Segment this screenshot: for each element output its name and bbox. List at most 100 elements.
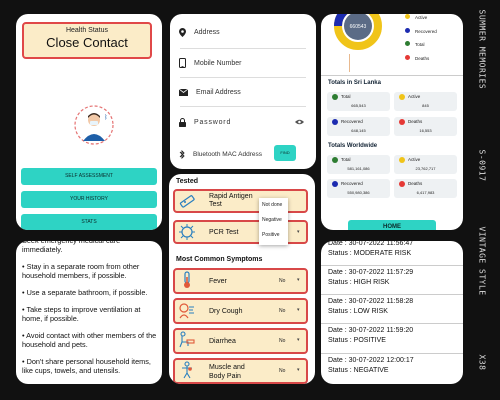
world-active-tile: Active 23,762,717 xyxy=(394,155,457,174)
mail-icon xyxy=(179,88,188,96)
person-mask-icon: ᛒ xyxy=(74,105,114,145)
advice-text: Seek emergency medical care immediately.… xyxy=(22,241,158,383)
bluetooth-placeholder: Bluetooth MAC Address xyxy=(193,150,263,158)
address-field[interactable]: Address xyxy=(179,25,220,39)
symptoms-title: Most Common Symptoms xyxy=(176,256,263,263)
history-date: Date : 30-07-2022 11:58:28 xyxy=(328,298,414,305)
side-text-summer-memories: SUMMER MEMORIES xyxy=(477,9,487,90)
history-entry[interactable]: Date : 30-07-2022 11:59:20 Status : POSI… xyxy=(328,326,413,346)
muscle-pain-label: Muscle and xyxy=(209,364,245,371)
legend-total: Total xyxy=(415,42,425,47)
option-not-done[interactable]: Not done xyxy=(259,198,288,213)
divider xyxy=(180,77,306,78)
test-result-dropdown: Not done Negative Positive xyxy=(259,198,288,245)
chevron-down-icon[interactable]: ▾ xyxy=(297,367,300,373)
history-date: Date : 30-07-2022 11:59:20 xyxy=(328,327,414,334)
muscle-pain-row[interactable]: Muscle and Body Pain No ▾ xyxy=(173,358,308,384)
rapid-antigen-label: Test xyxy=(209,201,222,208)
history-entry[interactable]: Date : 30-07-2022 11:58:28 Status : LOW … xyxy=(328,297,413,317)
world-recovered-tile: Recovered 550,980,386 xyxy=(327,179,390,198)
self-assessment-button[interactable]: SELF ASSESSMENT xyxy=(21,168,157,185)
health-status-label: Health Status xyxy=(65,27,109,34)
health-status-screen: Health Status Close Contact ᛒ SELF ASSES… xyxy=(16,14,162,230)
tested-title: Tested xyxy=(176,178,199,185)
virus-icon xyxy=(179,224,195,240)
divider xyxy=(321,294,463,295)
option-positive[interactable]: Positive xyxy=(259,228,288,243)
lock-icon xyxy=(179,117,186,127)
home-button[interactable]: HOME xyxy=(348,220,436,230)
divider xyxy=(321,353,463,354)
worldwide-title: Totals Worldwide xyxy=(328,143,378,149)
sri-lanka-active-tile: Active 845 xyxy=(394,92,457,111)
history-date: Date : 30-07-2022 11:56:47 xyxy=(328,241,414,247)
chevron-down-icon[interactable]: ▾ xyxy=(297,307,300,313)
advice-line: • Take steps to improve ventilation at h… xyxy=(22,305,141,323)
advice-line: • Don't share personal household items, … xyxy=(22,357,151,375)
svg-text:ᛒ: ᛒ xyxy=(104,114,108,121)
fever-label: Fever xyxy=(209,278,227,285)
muscle-pain-value: No xyxy=(279,368,286,374)
eye-icon[interactable] xyxy=(295,119,304,125)
registration-form: Address Mobile Number Email Address Pass… xyxy=(170,14,316,169)
password-placeholder: Password xyxy=(194,118,232,126)
find-button[interactable]: FIND xyxy=(274,145,296,161)
divider xyxy=(180,106,306,107)
diarrhea-row[interactable]: Diarrhea No ▾ xyxy=(173,328,308,354)
world-total-tile: Total 581,161,086 xyxy=(327,155,390,174)
cough-icon xyxy=(179,303,194,319)
cases-donut-chart: 660543 xyxy=(334,14,382,50)
fever-row[interactable]: Fever No ▾ xyxy=(173,268,308,294)
advice-line: Seek emergency medical care immediately. xyxy=(22,241,120,254)
health-status-value: Close Contact xyxy=(46,35,128,50)
body-pain-icon xyxy=(182,361,192,379)
symptom-check-screen: Tested Rapid Antigen Test PCR Test ▾ Not… xyxy=(169,174,315,384)
donut-number: 660543 xyxy=(350,24,367,30)
chevron-down-icon[interactable]: ▾ xyxy=(297,337,300,343)
option-negative[interactable]: Negative xyxy=(259,213,288,228)
dry-cough-label: Dry Cough xyxy=(209,308,243,315)
advice-line: • Avoid contact with other members of th… xyxy=(22,331,157,349)
chevron-down-icon[interactable]: ▾ xyxy=(297,229,300,235)
legend-active: Active xyxy=(415,15,428,20)
history-entry[interactable]: Date : 30-07-2022 11:57:29 Status : HIGH… xyxy=(328,268,413,288)
your-history-button[interactable]: YOUR HISTORY xyxy=(21,191,157,208)
side-text-vintage-style: VINTAGE STYLE xyxy=(477,226,487,296)
history-status: Status : NEGATIVE xyxy=(328,367,389,374)
mobile-field[interactable]: Mobile Number xyxy=(179,56,241,70)
email-placeholder: Email Address xyxy=(196,88,241,96)
sri-lanka-total-tile: Total 665,543 xyxy=(327,92,390,111)
diarrhea-label: Diarrhea xyxy=(209,338,236,345)
dry-cough-row[interactable]: Dry Cough No ▾ xyxy=(173,298,308,324)
stats-button[interactable]: STATS xyxy=(21,214,157,230)
history-status: Status : POSITIVE xyxy=(328,337,386,344)
history-status: Status : HIGH RISK xyxy=(328,279,390,286)
history-status: Status : LOW RISK xyxy=(328,308,388,315)
history-entry[interactable]: Date : 30-07-2022 11:56:47 Status : MODE… xyxy=(328,241,413,259)
phone-icon xyxy=(179,58,186,68)
advice-line: • Use a separate bathroom, if possible. xyxy=(22,288,148,297)
legend-deaths: Deaths xyxy=(415,56,430,61)
totals-screen: 660543 Active Recovered Total Deaths Tot… xyxy=(321,14,463,230)
sri-lanka-deaths-tile: Deaths 16,553 xyxy=(394,117,457,136)
history-status: Status : MODERATE RISK xyxy=(328,250,412,257)
advice-screen: Seek emergency medical care immediately.… xyxy=(16,241,162,384)
avatar: ᛒ xyxy=(74,105,114,145)
chevron-down-icon[interactable]: ▾ xyxy=(297,277,300,283)
side-text-x38: X38 xyxy=(477,354,487,371)
rapid-antigen-label: Rapid Antigen xyxy=(209,193,253,200)
divider xyxy=(321,265,463,266)
test-kit-icon xyxy=(179,195,195,208)
password-field[interactable]: Password xyxy=(179,115,307,129)
side-text-code: S-0917 xyxy=(477,149,487,182)
location-pin-icon xyxy=(179,27,186,37)
email-field[interactable]: Email Address xyxy=(179,85,241,99)
dry-cough-value: No xyxy=(279,308,286,314)
history-entry[interactable]: Date : 30-07-2022 12:00:17 Status : NEGA… xyxy=(328,356,414,376)
sri-lanka-title: Totals in Sri Lanka xyxy=(328,80,381,86)
bluetooth-field[interactable]: Bluetooth MAC Address xyxy=(179,147,262,161)
pcr-test-label: PCR Test xyxy=(209,229,239,236)
divider xyxy=(321,75,463,76)
history-date: Date : 30-07-2022 12:00:17 xyxy=(328,357,414,364)
mobile-placeholder: Mobile Number xyxy=(194,59,242,67)
